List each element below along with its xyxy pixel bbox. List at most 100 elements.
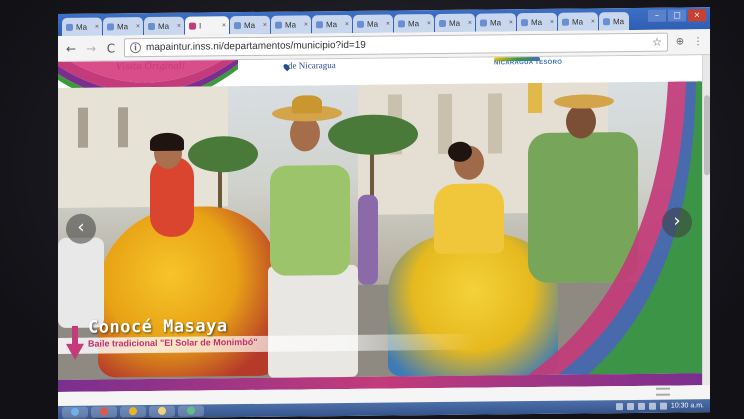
browser-tab[interactable]: Ma × [230, 15, 270, 35]
building [528, 82, 542, 114]
carousel-next-button[interactable]: › [662, 207, 692, 238]
hero-title: Conocé Masaya [88, 316, 228, 338]
building [488, 93, 502, 154]
browser-tab[interactable]: Ma [599, 12, 629, 31]
down-arrow-icon[interactable] [66, 325, 84, 360]
favicon-icon [234, 21, 241, 29]
tab-close-icon[interactable]: × [136, 23, 140, 30]
taskbar-item[interactable] [62, 406, 88, 418]
tab-close-icon[interactable]: × [263, 21, 267, 28]
drag-handle-icon[interactable] [656, 387, 670, 396]
browser-tab[interactable]: Ma × [435, 13, 475, 33]
system-tray: 10:30 a.m. [615, 399, 704, 413]
tab-close-icon[interactable]: × [304, 21, 308, 28]
tab-label: Ma [285, 20, 297, 30]
browser-tab[interactable]: Ma × [394, 14, 434, 33]
taskbar-clock[interactable]: 10:30 a.m. [671, 402, 704, 409]
tray-icon[interactable] [637, 402, 645, 410]
menu-icon[interactable]: ⋮ [692, 36, 704, 47]
dancer-left-body [150, 156, 194, 238]
building [78, 107, 88, 148]
browser-tab[interactable]: Ma × [353, 14, 393, 33]
page-scrollbar[interactable] [702, 55, 710, 386]
browser-tab[interactable]: Ma × [144, 16, 184, 36]
scroll-thumb[interactable] [704, 95, 710, 176]
reload-button[interactable]: C [104, 41, 118, 55]
tab-label: I [199, 20, 202, 31]
favicon-icon [357, 20, 364, 28]
dancer-center-shirt [270, 164, 350, 276]
tab-close-icon[interactable]: × [222, 22, 226, 29]
network-icon[interactable] [648, 402, 656, 410]
window-controls: – □ × [648, 9, 706, 22]
dancer-right-body [434, 183, 504, 255]
volume-icon[interactable] [659, 402, 667, 410]
browser-tab[interactable]: Ma × [558, 12, 598, 31]
browser-app-icon [100, 407, 108, 416]
app-icon [187, 406, 195, 415]
close-window-button[interactable]: × [688, 9, 706, 22]
favicon-icon [521, 18, 528, 26]
browser-tab[interactable]: Ma × [517, 12, 557, 32]
tab-close-icon[interactable]: × [591, 18, 595, 25]
address-bar[interactable]: i ☆ [124, 32, 668, 58]
extension-icon[interactable]: ⊕ [674, 36, 686, 47]
carousel-prev-button[interactable]: ‹ [66, 213, 96, 244]
tab-label: Ma [572, 17, 584, 27]
taskbar-item[interactable] [120, 406, 146, 418]
taskbar-item[interactable] [178, 405, 204, 417]
tab-label: Ma [613, 16, 625, 26]
favicon-icon [562, 18, 569, 26]
browser-tab[interactable]: Ma × [62, 17, 102, 36]
info-icon[interactable]: i [130, 42, 141, 54]
tab-label: Ma [244, 20, 256, 30]
minimize-button[interactable]: – [648, 9, 666, 22]
tab-close-icon[interactable]: × [95, 23, 99, 30]
web-page: Visita Original! de Nicaragua NICARAGUA … [58, 55, 702, 393]
tab-close-icon[interactable]: × [550, 18, 554, 25]
tesoro-logo-text[interactable]: NICARAGUA TESORO [494, 60, 562, 67]
favicon-icon [189, 22, 196, 30]
tab-label: Ma [76, 22, 88, 32]
palm-frond [188, 135, 258, 173]
url-input[interactable] [146, 36, 648, 54]
favicon-icon [439, 19, 446, 27]
tray-icon[interactable] [615, 403, 623, 411]
start-orb-icon [71, 407, 79, 416]
dancer-far-right-head [566, 104, 596, 139]
browser-tab-active[interactable]: I × [185, 16, 229, 35]
tab-label: Ma [408, 18, 420, 28]
maximize-button[interactable]: □ [668, 9, 686, 22]
browser-window: Ma × Ma × Ma × I × Ma × Ma × Ma × Ma × Ma × Ma × M… [58, 7, 710, 419]
tab-close-icon[interactable]: × [427, 20, 431, 27]
bookmark-star-icon[interactable]: ☆ [652, 36, 662, 49]
hero-carousel: ‹ › Conocé Masaya Baile tradicional "El … [58, 81, 702, 380]
back-button[interactable]: ← [64, 41, 78, 55]
taskbar-item[interactable] [91, 406, 117, 418]
browser-tab[interactable]: Ma × [271, 15, 311, 34]
tab-label: Ma [531, 17, 543, 27]
tab-close-icon[interactable]: × [509, 19, 513, 26]
tab-close-icon[interactable]: × [177, 22, 181, 29]
forward-button[interactable]: → [84, 41, 98, 55]
tab-close-icon[interactable]: × [345, 20, 349, 27]
tray-icon[interactable] [626, 402, 634, 411]
favicon-icon [66, 23, 73, 31]
favicon-icon [275, 21, 282, 29]
header-title: de Nicaragua [288, 60, 336, 71]
tab-close-icon[interactable]: × [468, 19, 472, 26]
tab-label: Ma [158, 21, 170, 31]
dancer-center-hat-crown [292, 95, 322, 114]
dancer-far-right-shirt [528, 131, 638, 284]
chrome-app-icon [129, 407, 137, 416]
browser-tab[interactable]: Ma × [103, 17, 143, 36]
favicon-icon [398, 19, 405, 27]
tab-label: Ma [367, 19, 379, 29]
browser-tab[interactable]: Ma × [312, 14, 352, 34]
browser-tab[interactable]: Ma × [476, 13, 516, 32]
favicon-icon [480, 19, 487, 27]
tab-close-icon[interactable]: × [386, 20, 390, 27]
bystander [58, 237, 104, 328]
taskbar-item[interactable] [149, 405, 175, 418]
tab-label: Ma [449, 18, 461, 28]
